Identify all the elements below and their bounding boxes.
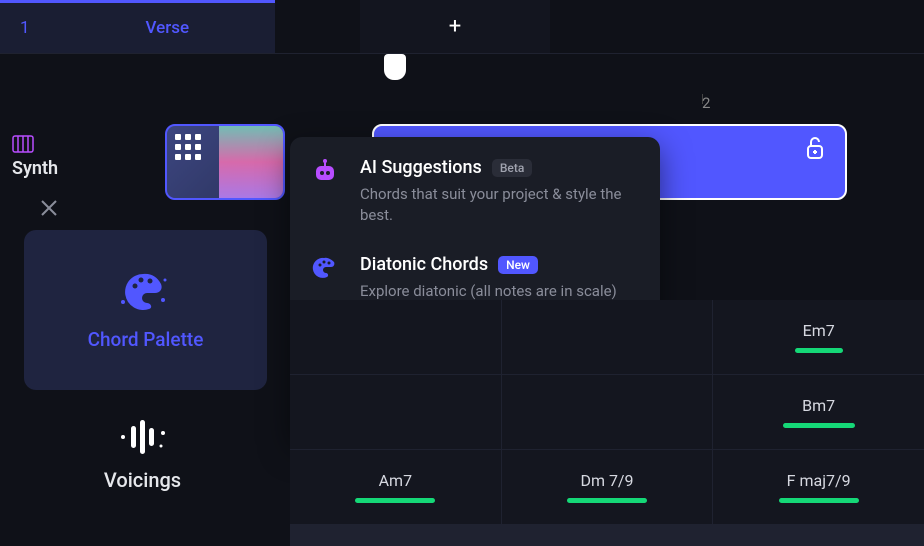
- chord-grid: Em7 Bm7 Am7 Dm 7/9 F maj7/9: [290, 300, 924, 546]
- dropdown-item-desc: Chords that suit your project & style th…: [360, 184, 638, 226]
- chord-strength-bar: [355, 498, 435, 503]
- plus-icon: +: [449, 14, 461, 39]
- robot-icon: [312, 157, 342, 226]
- chord-strength-bar: [779, 498, 859, 503]
- beta-badge: Beta: [492, 159, 532, 177]
- chord-cell[interactable]: [290, 300, 501, 374]
- palette-icon: [121, 270, 171, 316]
- chord-cell[interactable]: [502, 375, 713, 449]
- voicings-title: Voicings: [104, 468, 181, 492]
- chord-cell[interactable]: [290, 375, 501, 449]
- tab-label: Verse: [145, 18, 189, 38]
- chord-cell-am7[interactable]: Am7: [290, 450, 501, 524]
- chord-cell-em7[interactable]: Em7: [713, 300, 924, 374]
- chord-palette-card[interactable]: Chord Palette: [24, 230, 267, 390]
- tab-number: 1: [20, 18, 30, 38]
- side-panel: Chord Palette Voicings: [0, 185, 285, 492]
- lock-open-icon[interactable]: [801, 134, 829, 166]
- new-badge: New: [498, 256, 538, 274]
- add-tab-button[interactable]: +: [360, 0, 550, 53]
- close-icon[interactable]: [38, 197, 60, 223]
- track-label: Synth: [12, 158, 58, 179]
- synth-icon: [12, 134, 34, 158]
- chord-palette-title: Chord Palette: [88, 328, 204, 351]
- dropdown-item-ai-suggestions[interactable]: AI Suggestions Beta Chords that suit you…: [312, 157, 638, 226]
- tab-verse[interactable]: 1 Verse: [0, 0, 275, 53]
- chord-strength-bar: [795, 348, 843, 353]
- chord-cell-fmaj79[interactable]: F maj7/9: [713, 450, 924, 524]
- chord-strength-bar: [567, 498, 647, 503]
- dropdown-item-title: AI Suggestions: [360, 157, 482, 178]
- voicings-icon: [117, 420, 169, 458]
- grid-icon: [175, 134, 201, 160]
- chord-cell-dm79[interactable]: Dm 7/9: [502, 450, 713, 524]
- tabs-bar: 1 Verse +: [0, 0, 924, 54]
- playhead[interactable]: [395, 54, 406, 80]
- chord-strength-bar: [783, 423, 855, 428]
- ruler-marker-2: 2: [702, 94, 710, 112]
- chord-cell[interactable]: [502, 300, 713, 374]
- chord-cell-bm7[interactable]: Bm7: [713, 375, 924, 449]
- voicings-card[interactable]: Voicings: [0, 420, 285, 492]
- timeline[interactable]: 2: [0, 54, 924, 134]
- dropdown-item-title: Diatonic Chords: [360, 254, 488, 275]
